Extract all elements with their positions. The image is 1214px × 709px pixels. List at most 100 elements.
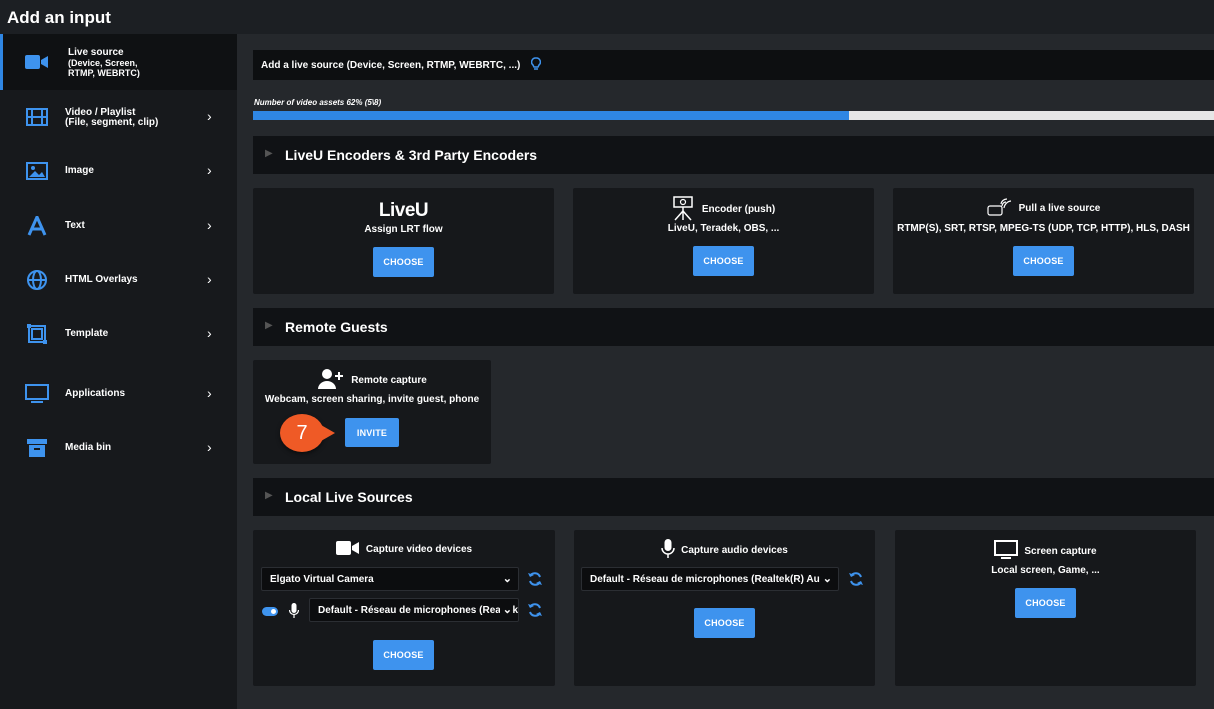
sidebar-item-html-overlays[interactable]: HTML Overlays ›: [0, 254, 237, 306]
info-text: Add a live source (Device, Screen, RTMP,…: [261, 60, 521, 71]
assets-progress-bar: [253, 111, 1214, 120]
archive-icon: [25, 436, 49, 460]
chevron-right-icon: ›: [207, 385, 212, 401]
remote-capture-header: Remote capture: [253, 368, 491, 393]
text-icon: [25, 214, 49, 238]
assets-progress-fill: [253, 111, 849, 120]
expand-arrow-icon: ▶: [265, 148, 273, 159]
encoder-push-header: Encoder (push): [573, 195, 874, 224]
capture-audio-title: Capture audio devices: [681, 545, 788, 556]
template-icon: [25, 322, 49, 346]
video-device-select[interactable]: Elgato Virtual Camera ⌄: [261, 567, 519, 591]
screen-capture-subtitle: Local screen, Game, ...: [991, 565, 1100, 576]
sidebar-item-live-source[interactable]: Live source (Device, Screen, RTMP, WEBRT…: [0, 34, 237, 90]
refresh-mic-icon[interactable]: [527, 602, 543, 618]
invite-button[interactable]: INVITE: [345, 418, 399, 447]
liveu-card: LiveU Assign LRT flow CHOOSE: [253, 188, 554, 294]
sidebar-item-video-playlist[interactable]: Video / Playlist (File, segment, clip) ›: [0, 92, 237, 142]
section-header-remote-guests[interactable]: ▶ Remote Guests: [253, 308, 1214, 346]
live-antenna-icon: [987, 198, 1013, 219]
sidebar-item-label: Applications: [65, 388, 126, 399]
pull-live-subtitle: RTMP(S), SRT, RTSP, MPEG-TS (UDP, TCP, H…: [897, 223, 1190, 234]
screen-capture-title: Screen capture: [1024, 546, 1097, 557]
section-title: Remote Guests: [285, 319, 388, 335]
sidebar-item-label: Media bin: [65, 442, 112, 453]
image-icon: [25, 159, 49, 183]
section-header-encoders[interactable]: ▶ LiveU Encoders & 3rd Party Encoders: [253, 136, 1214, 174]
refresh-video-icon[interactable]: [527, 571, 543, 587]
assets-count-label: Number of video assets 62% (5\8): [254, 98, 382, 107]
sidebar-item-label: Template: [65, 328, 109, 339]
capture-video-card: Capture video devices Elgato Virtual Cam…: [253, 530, 555, 686]
mic-toggle[interactable]: [262, 607, 278, 616]
screen-capture-card: Screen capture Local screen, Game, ... C…: [895, 530, 1196, 686]
sidebar-item-label: HTML Overlays: [65, 274, 138, 285]
pull-live-title: Pull a live source: [1018, 203, 1101, 214]
monitor-icon: [25, 382, 49, 406]
chevron-down-icon: ⌄: [819, 572, 832, 585]
step-badge: 7: [280, 414, 324, 452]
screen-capture-header: Screen capture: [895, 540, 1196, 563]
add-user-icon: [317, 368, 345, 393]
screen-capture-choose-button[interactable]: CHOOSE: [1015, 588, 1076, 618]
sidebar-item-label: Image: [65, 165, 94, 176]
sidebar-item-template[interactable]: Template ›: [0, 308, 237, 360]
sidebar-item-label: Video / Playlist (File, segment, clip): [65, 107, 159, 128]
film-icon: [25, 105, 49, 129]
capture-video-title: Capture video devices: [365, 544, 473, 555]
liveu-subtitle: Assign LRT flow: [364, 224, 443, 235]
audio-device-value: Default - Réseau de microphones (Realtek…: [590, 573, 820, 585]
step-badge-pointer: [321, 425, 335, 441]
microphone-icon: [661, 539, 675, 562]
section-title: LiveU Encoders & 3rd Party Encoders: [285, 147, 538, 163]
remote-capture-title: Remote capture: [351, 375, 427, 386]
chevron-right-icon: ›: [207, 271, 212, 287]
chevron-right-icon: ›: [207, 108, 212, 124]
sidebar: Live source (Device, Screen, RTMP, WEBRT…: [0, 34, 237, 709]
main-content: Add a live source (Device, Screen, RTMP,…: [237, 34, 1214, 709]
camera-icon: [25, 50, 49, 74]
capture-audio-card: Capture audio devices Default - Réseau d…: [574, 530, 875, 686]
encoder-push-card: Encoder (push) LiveU, Teradek, OBS, ... …: [573, 188, 874, 294]
capture-audio-header: Capture audio devices: [574, 539, 875, 562]
capture-video-header: Capture video devices: [253, 540, 555, 559]
section-title: Local Live Sources: [285, 489, 413, 505]
chevron-down-icon: ⌄: [502, 573, 512, 585]
sidebar-item-image[interactable]: Image ›: [0, 146, 237, 196]
monitor-icon: [994, 540, 1019, 563]
audio-device-select[interactable]: Default - Réseau de microphones (Realtek…: [581, 567, 839, 591]
refresh-audio-icon[interactable]: [848, 571, 864, 587]
lightbulb-icon[interactable]: [530, 57, 542, 76]
sidebar-item-applications[interactable]: Applications ›: [0, 366, 237, 422]
liveu-choose-button[interactable]: CHOOSE: [373, 247, 434, 277]
sidebar-item-text[interactable]: Text ›: [0, 200, 237, 252]
pull-live-choose-button[interactable]: CHOOSE: [1013, 246, 1074, 276]
video-mic-value: Default - Réseau de microphones (Realtek…: [318, 604, 518, 616]
video-camera-icon: [335, 540, 360, 559]
microphone-icon: [288, 603, 300, 624]
encoder-push-title: Encoder (push): [701, 204, 776, 215]
pull-live-source-card: Pull a live source RTMP(S), SRT, RTSP, M…: [893, 188, 1194, 294]
chevron-right-icon: ›: [207, 439, 212, 455]
section-header-local-live-sources[interactable]: ▶ Local Live Sources: [253, 478, 1214, 516]
encoder-push-choose-button[interactable]: CHOOSE: [693, 246, 754, 276]
remote-capture-subtitle: Webcam, screen sharing, invite guest, ph…: [264, 394, 480, 405]
sidebar-item-label: Text: [65, 220, 85, 231]
chevron-right-icon: ›: [207, 217, 212, 233]
chevron-right-icon: ›: [207, 162, 212, 178]
expand-arrow-icon: ▶: [265, 490, 273, 501]
sidebar-item-media-bin[interactable]: Media bin ›: [0, 422, 237, 474]
globe-icon: [25, 268, 49, 292]
encoder-push-subtitle: LiveU, Teradek, OBS, ...: [667, 223, 780, 234]
liveu-logo: LiveU: [378, 200, 429, 221]
pull-live-header: Pull a live source: [893, 198, 1194, 219]
window-titlebar: Add an input: [0, 0, 1214, 34]
window-title: Add an input: [7, 8, 111, 27]
capture-audio-choose-button[interactable]: CHOOSE: [694, 608, 755, 638]
chevron-right-icon: ›: [207, 325, 212, 341]
tripod-camera-icon: [672, 195, 696, 224]
capture-video-choose-button[interactable]: CHOOSE: [373, 640, 434, 670]
video-mic-select[interactable]: Default - Réseau de microphones (Realtek…: [309, 598, 519, 622]
video-device-value: Elgato Virtual Camera: [270, 573, 374, 585]
expand-arrow-icon: ▶: [265, 320, 273, 331]
